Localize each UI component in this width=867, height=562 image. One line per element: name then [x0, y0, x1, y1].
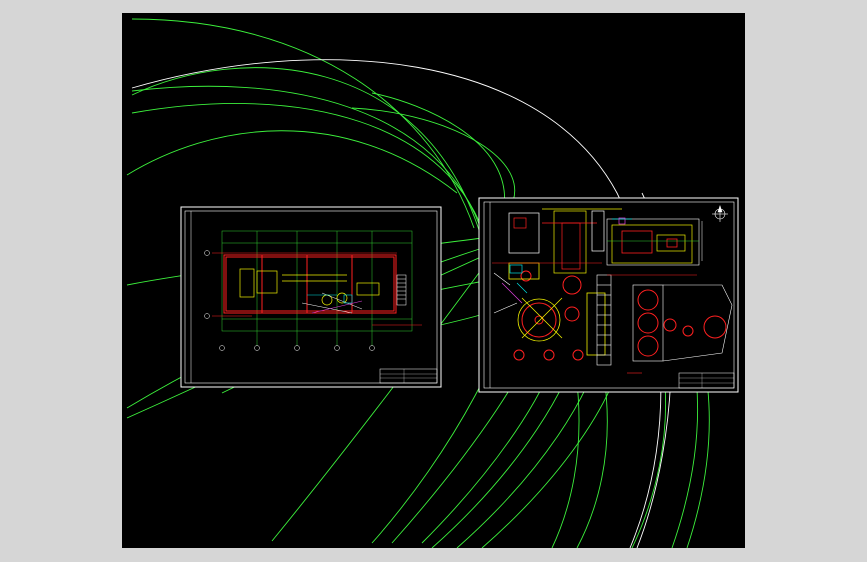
sheet-right: [478, 197, 739, 393]
grid-axis-bubble: [334, 345, 340, 351]
grid-axis-bubble: [369, 345, 375, 351]
sheet-left: [180, 206, 442, 388]
arc-line: [126, 130, 458, 194]
grid-axis-bubble: [204, 313, 210, 319]
grid-axis-bubble: [204, 250, 210, 256]
grid-axis-bubble: [294, 345, 300, 351]
grid-axis-bubble: [219, 345, 225, 351]
arc-line: [131, 18, 475, 229]
cad-drawing-canvas[interactable]: [122, 13, 745, 548]
grid-axis-bubble: [254, 345, 260, 351]
arc-line: [351, 107, 515, 214]
cad-drawing: [126, 18, 739, 548]
